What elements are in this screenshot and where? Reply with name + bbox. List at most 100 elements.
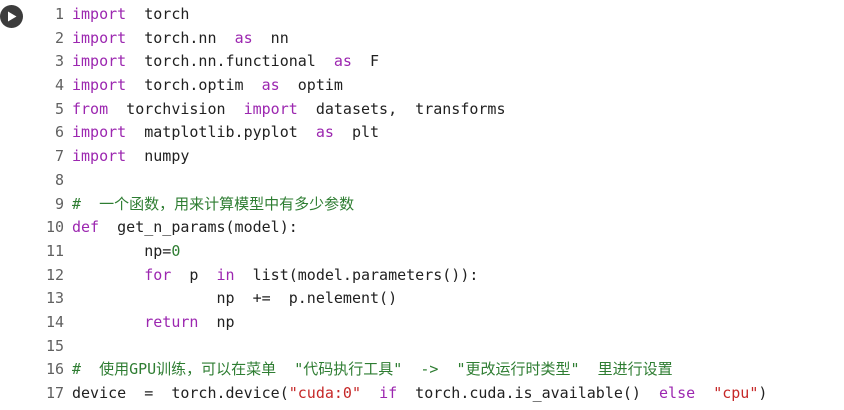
code-text: # 一个函数，用来计算模型中有多少参数 [64,193,354,217]
token: p [171,265,217,284]
token-kw: as [333,52,352,71]
code-line[interactable]: 16 # 使用GPU训练，可以在菜单 "代码执行工具" -> "更改运行时类型" … [36,358,844,382]
code-line[interactable]: 4 import torch.optim as optim [36,74,844,98]
code-line[interactable]: 5 from torchvision import datasets, trans… [36,98,844,122]
code-text: return np [64,311,235,335]
line-number: 1 [54,5,64,23]
code-line[interactable]: 2 import torch.nn as nn [36,27,844,51]
code-text: device = torch.device("cuda:0" if torch.… [64,382,767,406]
token-kw: else [659,384,696,402]
token: device = torch.device( [72,384,289,402]
line-number: 10 [45,218,64,237]
token-kw: for [144,265,172,284]
code-line[interactable]: 8 [36,169,844,193]
token-str: "cpu" [713,384,759,402]
token: numpy [126,147,190,166]
token: nn [252,28,289,47]
token-kw: import [72,147,127,166]
code-text: def get_n_params(model): [64,216,298,240]
token-cmt: # 一个函数，用来计算模型中有多少参数 [72,194,355,213]
line-number: 9 [54,194,64,213]
token-kw: import [72,52,127,71]
token: np [198,312,235,331]
token-kw: import [72,5,127,23]
code-text: import torch.nn.functional as F [64,50,379,74]
code-text: import torch.nn as nn [64,27,289,51]
token: F [351,52,380,71]
token: np += p.nelement() [72,289,398,308]
token-kw: import [243,99,298,118]
token: torch [126,5,190,23]
token-kw: as [234,28,253,47]
token-kw: as [315,123,334,142]
line-number: 2 [54,28,64,47]
token-kw: def [72,218,100,237]
line-number: 3 [54,52,64,71]
code-text: from torchvision import datasets, transf… [64,98,506,122]
token-kw: return [144,312,199,331]
line-number: 5 [54,99,64,118]
line-number: 7 [54,147,64,166]
token-kw: as [261,76,280,95]
code-line[interactable]: 6 import matplotlib.pyplot as plt [36,121,844,145]
line-number: 8 [54,170,64,189]
code-text: import torch.optim as optim [64,74,343,98]
code-text: import matplotlib.pyplot as plt [64,121,379,145]
code-line[interactable]: 9 # 一个函数，用来计算模型中有多少参数 [36,193,844,217]
token-cmt: # 使用GPU训练，可以在菜单 "代码执行工具" -> "更改运行时类型" 里进… [72,360,673,379]
token: get_n_params(model): [99,218,298,237]
token-str: "cuda:0" [288,384,361,402]
token: datasets, transforms [297,99,506,118]
line-number: 16 [45,360,64,379]
run-cell-button[interactable] [0,5,23,28]
code-line[interactable]: 12 for p in list(model.parameters()): [36,264,844,288]
code-text: np=0 [64,240,180,264]
code-line[interactable]: 1 import torch [36,3,844,27]
token-kw: if [379,384,398,402]
line-number: 13 [45,289,64,308]
code-line[interactable]: 17 device = torch.device("cuda:0" if torc… [36,382,844,406]
code-text: for p in list(model.parameters()): [64,264,478,288]
token-kw: in [216,265,235,284]
code-line[interactable]: 11 np=0 [36,240,844,264]
token-num: 0 [171,241,181,260]
token: torch.nn.functional [126,52,334,71]
line-number: 14 [45,312,64,331]
code-text: # 使用GPU训练，可以在菜单 "代码执行工具" -> "更改运行时类型" 里进… [64,358,673,382]
token: torch.nn [126,28,235,47]
line-number: 12 [45,265,64,284]
line-number: 17 [45,384,64,402]
token-kw: import [72,123,127,142]
code-text: import torch [64,3,189,27]
token: optim [279,76,343,95]
token: matplotlib.pyplot [126,123,316,142]
token: ) [758,384,768,402]
code-line[interactable]: 13 np += p.nelement() [36,287,844,311]
code-line[interactable]: 15 [36,335,844,359]
token-kw: import [72,76,127,95]
token: torch.optim [126,76,262,95]
line-number: 15 [45,336,64,355]
code-line[interactable]: 10 def get_n_params(model): [36,216,844,240]
line-number: 4 [54,76,64,95]
code-text: import numpy [64,145,189,169]
code-line[interactable]: 3 import torch.nn.functional as F [36,50,844,74]
token: np= [72,241,172,260]
line-number: 11 [45,241,64,260]
code-text: np += p.nelement() [64,287,397,311]
code-cell[interactable]: 1 import torch 2 import torch.nn as nn 3 impo… [0,0,844,410]
token: torch.cuda.is_available() [397,384,660,402]
token: plt [333,123,380,142]
token-kw: from [72,99,109,118]
line-number: 6 [54,123,64,142]
token: list(model.parameters()): [234,265,479,284]
code-line[interactable]: 14 return np [36,311,844,335]
code-line[interactable]: 7 import numpy [36,145,844,169]
token: torchvision [108,99,244,118]
play-icon [7,11,16,22]
code-editor[interactable]: 1 import torch 2 import torch.nn as nn 3 impo… [36,3,844,406]
